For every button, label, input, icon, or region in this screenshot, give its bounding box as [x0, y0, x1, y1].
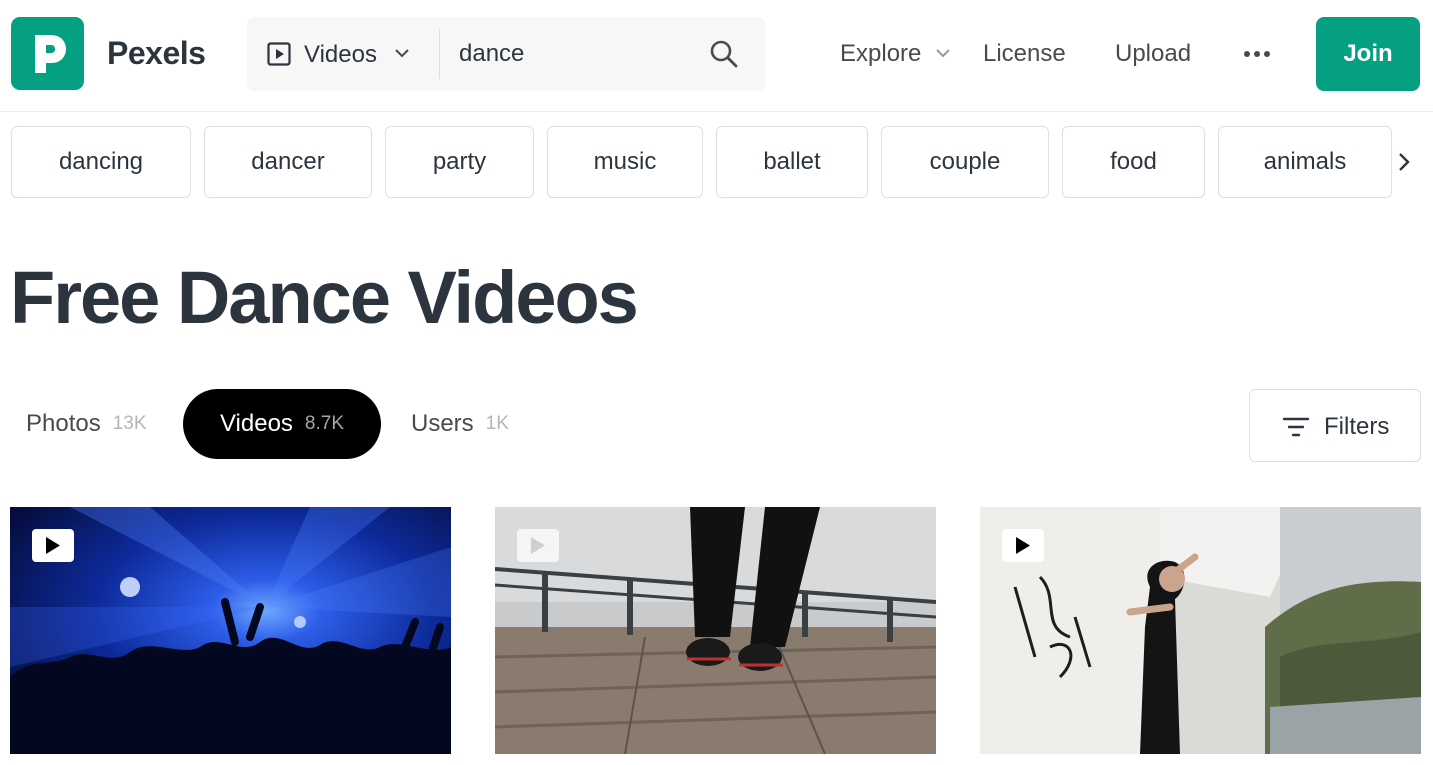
- tag-chip-animals[interactable]: animals: [1218, 126, 1392, 198]
- join-button[interactable]: Join: [1316, 17, 1420, 91]
- tag-chip-food[interactable]: food: [1062, 126, 1205, 198]
- video-badge: [1002, 529, 1044, 562]
- filter-lines-icon: [1282, 417, 1310, 437]
- page-title: Free Dance Videos: [10, 256, 639, 339]
- nav-license[interactable]: License: [983, 40, 1066, 68]
- video-badge: [517, 529, 559, 562]
- filters-label: Filters: [1324, 413, 1390, 440]
- tab-users[interactable]: Users 1K: [411, 389, 509, 459]
- video-card[interactable]: [495, 507, 936, 754]
- filters-button[interactable]: Filters: [1249, 389, 1421, 462]
- video-thumbnail: [980, 507, 1421, 754]
- search-icon[interactable]: [709, 39, 739, 69]
- tab-videos-label: Videos: [219, 410, 293, 437]
- tab-users-count: 1K: [485, 413, 509, 434]
- chevron-right-icon: [1399, 153, 1410, 171]
- tag-chip-ballet[interactable]: ballet: [716, 126, 868, 198]
- video-play-icon: [531, 537, 545, 554]
- tag-chip-dancer[interactable]: dancer: [204, 126, 372, 198]
- tag-chip-couple[interactable]: couple: [881, 126, 1049, 198]
- video-card[interactable]: [980, 507, 1421, 754]
- top-navbar: Pexels Videos Explore License Upload Joi…: [0, 0, 1433, 112]
- video-play-icon: [46, 537, 60, 554]
- search-divider: [439, 29, 440, 79]
- video-play-icon: [1016, 537, 1030, 554]
- chevron-down-icon: [395, 49, 409, 58]
- tab-videos[interactable]: Videos 8.7K: [183, 389, 381, 459]
- tag-chip-music[interactable]: music: [547, 126, 703, 198]
- chevron-down-icon[interactable]: [935, 47, 951, 59]
- pexels-logo-icon[interactable]: [11, 17, 84, 90]
- search-bar: Videos: [247, 17, 766, 91]
- more-dots-icon[interactable]: [1243, 44, 1271, 64]
- nav-explore[interactable]: Explore: [840, 40, 921, 68]
- tab-photos[interactable]: Photos 13K: [26, 389, 147, 459]
- video-thumbnail: [10, 507, 451, 754]
- tags-scroll-next[interactable]: [1394, 126, 1433, 198]
- nav-upload[interactable]: Upload: [1115, 40, 1191, 68]
- tag-chip-party[interactable]: party: [385, 126, 534, 198]
- tag-chip-dancing[interactable]: dancing: [11, 126, 191, 198]
- tab-users-label: Users: [411, 410, 474, 437]
- brand-name[interactable]: Pexels: [107, 35, 206, 72]
- video-thumbnail: [495, 507, 936, 754]
- video-badge: [32, 529, 74, 562]
- search-type-label: Videos: [304, 41, 377, 68]
- tab-photos-label: Photos: [26, 410, 101, 437]
- tab-photos-count: 13K: [112, 413, 147, 434]
- video-card[interactable]: [10, 507, 451, 754]
- video-play-icon: [267, 42, 291, 66]
- tab-videos-count: 8.7K: [304, 413, 345, 434]
- search-type-dropdown[interactable]: Videos: [247, 17, 439, 91]
- search-input[interactable]: [459, 35, 699, 73]
